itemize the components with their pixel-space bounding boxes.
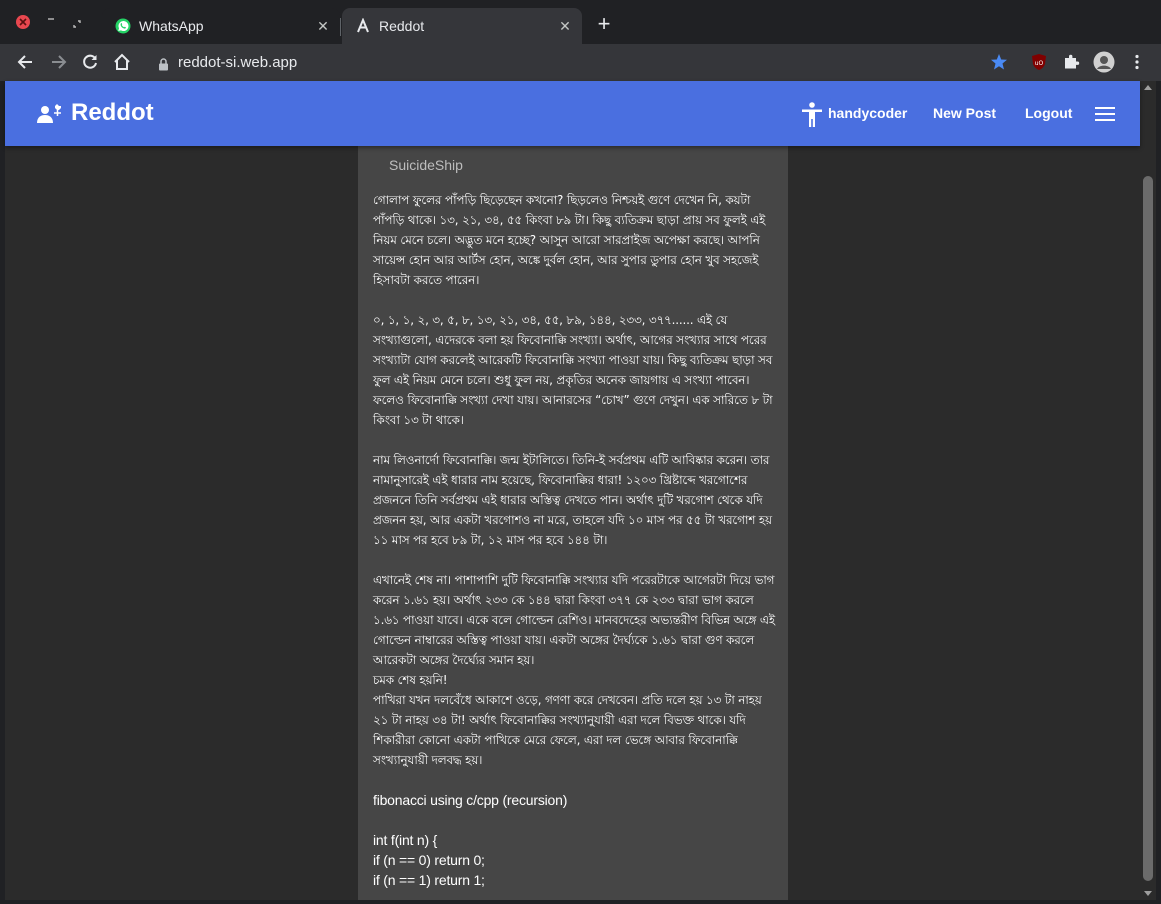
window-maximize-button[interactable] [72, 14, 86, 28]
scroll-down-arrow-icon[interactable] [1144, 891, 1152, 896]
cut-off-text-line: — — — — — — — — [388, 146, 521, 153]
code-line: int f(int n) { [373, 832, 438, 848]
browser-tabstrip: WhatsApp ✕ Reddot ✕ + [0, 0, 1161, 44]
tab-close-icon[interactable]: ✕ [314, 17, 332, 35]
scrollbar-thumb[interactable] [1143, 176, 1153, 881]
new-post-link[interactable]: New Post [933, 105, 996, 121]
brand-logo-icon[interactable] [37, 104, 63, 128]
ublock-origin-icon[interactable]: uO [1030, 53, 1048, 71]
window-frame-right [1156, 81, 1161, 904]
post-body: গোলাপ ফুলের পাঁপড়ি ছিড়েছেন কখনো? ছিড়ল… [373, 190, 776, 890]
accessibility-person-icon [801, 102, 823, 132]
code-line: if (n == 1) return 1; [373, 872, 485, 888]
url-text[interactable]: reddot-si.web.app [178, 54, 297, 71]
page-content: — — — — — — — — SuicideShip গোলাপ ফুলের … [5, 146, 1140, 904]
hamburger-menu-icon[interactable] [1095, 107, 1115, 121]
window-close-button[interactable] [16, 15, 30, 29]
post-paragraph: গোলাপ ফুলের পাঁপড়ি ছিড়েছেন কখনো? ছিড়ল… [373, 193, 766, 287]
address-bar[interactable]: reddot-si.web.app [152, 48, 972, 78]
home-icon[interactable] [112, 52, 132, 72]
post-paragraph: এখানেই শেষ না। পাশাপাশি দুটি ফিবোনাক্কি … [373, 573, 775, 667]
tab-whatsapp[interactable]: WhatsApp ✕ [102, 8, 340, 44]
back-arrow-icon[interactable] [16, 52, 36, 72]
post-paragraph: চমক শেষ হয়নি! [373, 673, 448, 687]
profile-avatar-icon[interactable] [1093, 51, 1115, 73]
window-minimize-button[interactable] [44, 14, 58, 28]
tab-close-icon[interactable]: ✕ [556, 17, 574, 35]
post-paragraph: নাম লিওনার্দো ফিবোনাক্কি। জন্ম ইটালিতে। … [373, 453, 772, 547]
post-card: — — — — — — — — SuicideShip গোলাপ ফুলের … [358, 146, 788, 904]
reload-icon[interactable] [80, 52, 100, 72]
username-label: handycoder [828, 105, 908, 121]
window-frame-left [0, 81, 5, 904]
extensions-puzzle-icon[interactable] [1062, 53, 1080, 71]
post-paragraph: পাখিরা যখন দলবেঁধে আকাশে ওড়ে, গণণা করে … [373, 693, 762, 767]
tab-title: Reddot [379, 18, 425, 34]
app-header: Reddot handycoder New Post Logout [5, 81, 1140, 146]
post-paragraph: ০, ১, ১, ২, ৩, ৫, ৮, ১৩, ২১, ৩৪, ৫৫, ৮৯,… [373, 313, 773, 427]
browser-menu-kebab-icon[interactable] [1128, 53, 1146, 71]
post-author[interactable]: SuicideShip [389, 157, 463, 173]
code-title: fibonacci using c/cpp (recursion) [373, 792, 568, 808]
lock-icon[interactable] [158, 56, 169, 75]
brand-name[interactable]: Reddot [71, 99, 154, 127]
scroll-up-arrow-icon[interactable] [1144, 85, 1152, 90]
tab-separator [340, 18, 341, 36]
code-line: if (n == 0) return 0; [373, 852, 485, 868]
bookmark-star-icon[interactable] [990, 53, 1008, 71]
svg-text:uO: uO [1035, 60, 1044, 67]
page-scrollbar[interactable] [1140, 81, 1156, 900]
whatsapp-icon [115, 18, 131, 34]
tab-title: WhatsApp [139, 18, 204, 34]
window-frame-bottom [0, 900, 1161, 904]
browser-toolbar: reddot-si.web.app uO [0, 44, 1161, 81]
tab-reddot[interactable]: Reddot ✕ [342, 8, 582, 44]
reddot-favicon-icon [355, 17, 371, 34]
forward-arrow-icon[interactable] [48, 52, 68, 72]
new-tab-button[interactable]: + [594, 13, 614, 35]
logout-link[interactable]: Logout [1025, 105, 1072, 121]
